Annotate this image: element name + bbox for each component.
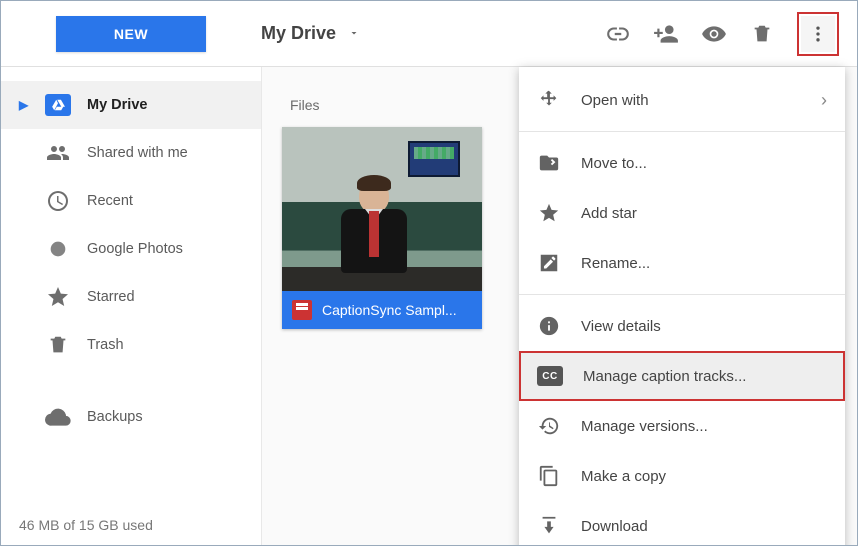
- vertical-dots-icon: [808, 24, 828, 44]
- download-icon: [537, 514, 561, 538]
- sidebar-item-label: Backups: [87, 409, 143, 425]
- storage-usage: 46 MB of 15 GB used: [1, 505, 261, 545]
- sidebar-item-recent[interactable]: Recent: [1, 177, 261, 225]
- menu-item-move-to[interactable]: Move to...: [519, 138, 845, 188]
- menu-label: View details: [581, 318, 661, 335]
- sidebar-item-my-drive[interactable]: ▶ My Drive: [1, 81, 261, 129]
- expand-triangle-icon: ▶: [19, 98, 29, 112]
- sidebar-item-label: Starred: [87, 289, 135, 305]
- topbar-actions: [461, 12, 857, 56]
- thumb-person-decor: [341, 179, 407, 273]
- get-link-icon[interactable]: [605, 21, 631, 47]
- menu-item-rename[interactable]: Rename...: [519, 238, 845, 288]
- open-with-move-icon: [537, 88, 561, 112]
- info-icon: [537, 314, 561, 338]
- more-actions-button[interactable]: [801, 16, 835, 52]
- menu-label: Open with: [581, 92, 649, 109]
- drive-icon: [45, 94, 71, 116]
- menu-label: Move to...: [581, 155, 647, 172]
- breadcrumb-label: My Drive: [261, 23, 336, 44]
- thumb-frame-decor: [408, 141, 460, 177]
- add-person-icon[interactable]: [653, 21, 679, 47]
- sidebar: ▶ My Drive Shared with me: [1, 67, 261, 545]
- more-actions-highlight: [797, 12, 839, 56]
- menu-item-make-copy[interactable]: Make a copy: [519, 451, 845, 501]
- preview-eye-icon[interactable]: [701, 21, 727, 47]
- sidebar-item-backups[interactable]: Backups: [1, 393, 261, 441]
- clock-icon: [45, 188, 71, 214]
- cloud-icon: [45, 404, 71, 430]
- context-menu: Open with › Move to... Add star Rename..…: [519, 67, 845, 546]
- menu-label: Make a copy: [581, 468, 666, 485]
- sidebar-item-starred[interactable]: Starred: [1, 273, 261, 321]
- sidebar-item-label: Recent: [87, 193, 133, 209]
- menu-label: Add star: [581, 205, 637, 222]
- trash-icon: [45, 332, 71, 358]
- menu-label: Manage versions...: [581, 418, 708, 435]
- sidebar-item-label: My Drive: [87, 97, 147, 113]
- sidebar-item-label: Trash: [87, 337, 124, 353]
- menu-label: Download: [581, 518, 648, 535]
- star-icon: [537, 201, 561, 225]
- sidebar-item-trash[interactable]: Trash: [1, 321, 261, 369]
- sidebar-item-photos[interactable]: Google Photos: [1, 225, 261, 273]
- breadcrumb-dropdown[interactable]: My Drive: [261, 23, 461, 44]
- menu-item-manage-captions[interactable]: CC Manage caption tracks...: [519, 351, 845, 401]
- delete-icon[interactable]: [749, 21, 775, 47]
- copy-icon: [537, 464, 561, 488]
- sidebar-item-label: Shared with me: [87, 145, 188, 161]
- rename-pencil-icon: [537, 251, 561, 275]
- video-thumbnail: [282, 127, 482, 291]
- menu-item-manage-versions[interactable]: Manage versions...: [519, 401, 845, 451]
- menu-divider: [519, 131, 845, 132]
- photos-pinwheel-icon: [45, 236, 71, 262]
- folder-move-icon: [537, 151, 561, 175]
- people-icon: [45, 140, 71, 166]
- menu-divider: [519, 294, 845, 295]
- sidebar-item-label: Google Photos: [87, 241, 183, 257]
- chevron-down-icon: [348, 23, 360, 44]
- menu-label: Rename...: [581, 255, 650, 272]
- menu-item-open-with[interactable]: Open with ›: [519, 75, 845, 125]
- file-card[interactable]: CaptionSync Sampl...: [282, 127, 482, 329]
- cc-badge-icon: CC: [537, 366, 563, 386]
- menu-label: Manage caption tracks...: [583, 368, 746, 385]
- menu-item-download[interactable]: Download: [519, 501, 845, 546]
- sidebar-item-shared[interactable]: Shared with me: [1, 129, 261, 177]
- chevron-right-icon: ›: [821, 90, 827, 111]
- history-icon: [537, 414, 561, 438]
- topbar-left: NEW: [1, 16, 261, 52]
- star-icon: [45, 284, 71, 310]
- menu-item-view-details[interactable]: View details: [519, 301, 845, 351]
- new-button[interactable]: NEW: [56, 16, 206, 52]
- video-file-icon: [292, 300, 312, 320]
- top-bar: NEW My Drive: [1, 1, 857, 67]
- file-name: CaptionSync Sampl...: [322, 302, 457, 318]
- app-window: NEW My Drive: [0, 0, 858, 546]
- sidebar-nav: ▶ My Drive Shared with me: [1, 81, 261, 441]
- file-caption-bar: CaptionSync Sampl...: [282, 291, 482, 329]
- menu-item-add-star[interactable]: Add star: [519, 188, 845, 238]
